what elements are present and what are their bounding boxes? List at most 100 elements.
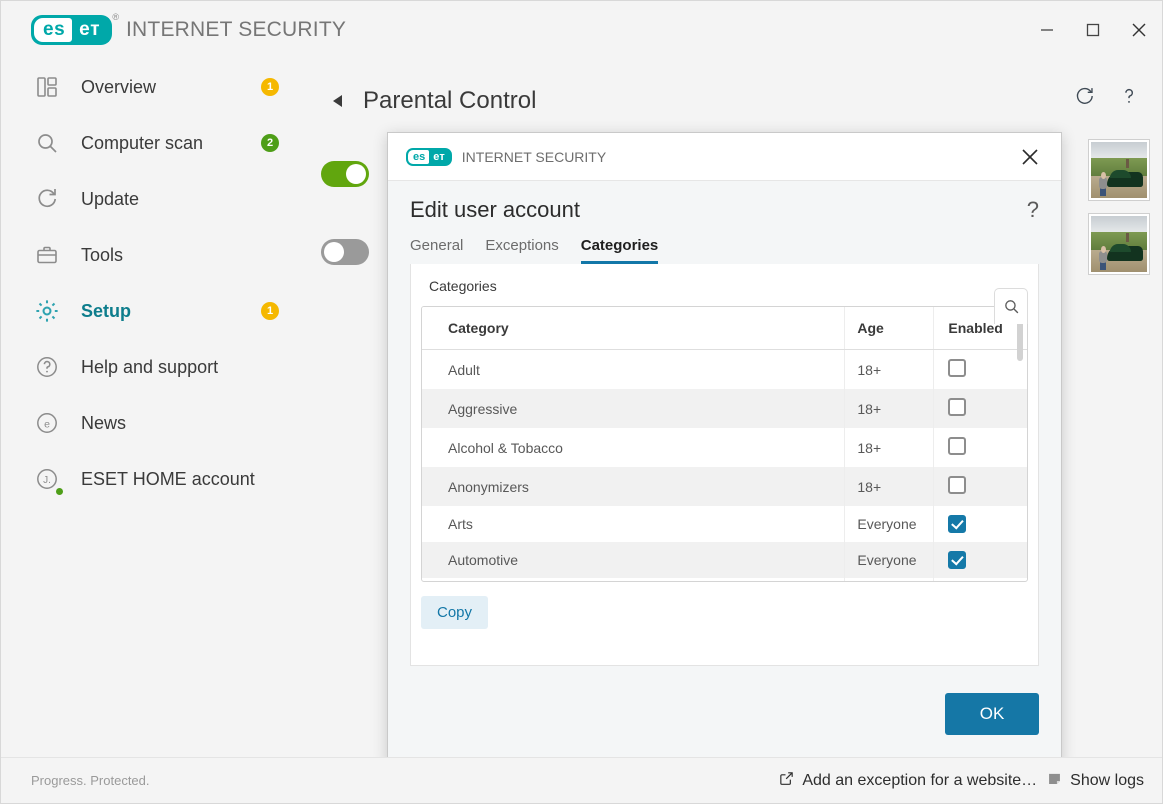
sidebar-item-setup[interactable]: Setup 1 bbox=[1, 283, 313, 339]
table-row[interactable]: Adult 18+ bbox=[422, 349, 1027, 389]
table-row[interactable]: Arts Everyone bbox=[422, 506, 1027, 542]
sidebar-badge: 1 bbox=[261, 78, 279, 96]
table-row[interactable]: Anonymizers 18+ bbox=[422, 467, 1027, 506]
sidebar-item-news[interactable]: e News bbox=[1, 395, 313, 451]
sidebar-badge: 1 bbox=[261, 302, 279, 320]
table-header: Category Age Enabled bbox=[422, 307, 1027, 350]
refresh-icon bbox=[31, 183, 63, 215]
sidebar-item-tools[interactable]: Tools bbox=[1, 227, 313, 283]
eset-logo-es: es bbox=[408, 149, 430, 164]
cell-age: Everyone bbox=[844, 578, 934, 581]
sidebar-item-eset-home-account[interactable]: J. ESET HOME account bbox=[1, 451, 313, 507]
table-scrollbar[interactable] bbox=[1017, 315, 1023, 573]
dialog-close-button[interactable] bbox=[1013, 140, 1047, 174]
cell-category: Aggressive bbox=[422, 389, 845, 428]
sidebar-item-update[interactable]: Update bbox=[1, 171, 313, 227]
back-arrow-icon[interactable] bbox=[325, 88, 351, 114]
column-header-age[interactable]: Age bbox=[844, 307, 934, 350]
sidebar-item-label: Tools bbox=[81, 244, 124, 265]
dialog-footer: OK bbox=[388, 666, 1061, 762]
cell-category: Adult bbox=[448, 361, 480, 378]
close-button[interactable] bbox=[1116, 7, 1162, 53]
maximize-button[interactable] bbox=[1070, 7, 1116, 53]
tab-exceptions[interactable]: Exceptions bbox=[485, 237, 558, 264]
ok-button[interactable]: OK bbox=[945, 693, 1039, 735]
status-bar: Progress. Protected. Add an exception fo… bbox=[1, 757, 1162, 803]
cell-age: 18+ bbox=[844, 467, 934, 506]
page-title: Parental Control bbox=[363, 87, 537, 114]
eset-logo-es: es bbox=[34, 18, 73, 42]
cell-enabled bbox=[933, 506, 1027, 542]
cell-category: Anonymizers bbox=[422, 467, 845, 506]
status-text: Progress. Protected. bbox=[31, 773, 150, 788]
cell-enabled bbox=[933, 428, 1027, 467]
dialog-product-name: INTERNET SECURITY bbox=[461, 148, 607, 165]
enabled-checkbox[interactable] bbox=[948, 359, 967, 377]
dialog-tabs: General Exceptions Categories bbox=[388, 223, 1061, 264]
avatar-icon: J. bbox=[31, 463, 64, 496]
table-row[interactable]: Alcohol & Tobacco 18+ bbox=[422, 428, 1027, 467]
copy-row: Copy bbox=[411, 582, 1038, 629]
dialog-body: Categories Category Age Enabled Adult 18… bbox=[410, 264, 1039, 666]
tab-general[interactable]: General bbox=[410, 237, 463, 264]
table-body: Adult 18+ Aggressive 18+ Alcohol & Tobac… bbox=[422, 349, 1027, 581]
sidebar-item-help-and-support[interactable]: Help and support bbox=[1, 339, 313, 395]
feature-toggles bbox=[321, 161, 369, 265]
thumbnail-image[interactable] bbox=[1088, 139, 1150, 201]
enabled-checkbox[interactable] bbox=[948, 398, 967, 416]
registered-mark: ® bbox=[112, 12, 120, 22]
thumbnail-graphic bbox=[1091, 142, 1147, 198]
sidebar-item-label: Help and support bbox=[81, 356, 219, 377]
eset-logo-et: eт bbox=[429, 149, 450, 164]
edit-user-account-dialog: es eт ® INTERNET SECURITY Edit user acco… bbox=[387, 132, 1062, 763]
dialog-heading-row: Edit user account ? bbox=[388, 181, 1061, 223]
online-status-dot bbox=[55, 487, 64, 496]
external-link-icon bbox=[779, 771, 794, 791]
thumbnail-image[interactable] bbox=[1088, 213, 1150, 275]
tab-categories[interactable]: Categories bbox=[580, 237, 659, 264]
column-header-category[interactable]: Category bbox=[422, 307, 845, 350]
svg-text:J.: J. bbox=[43, 475, 51, 486]
sidebar-item-overview[interactable]: Overview 1 bbox=[1, 59, 313, 115]
refresh-icon[interactable] bbox=[1072, 83, 1098, 109]
search-toggle-button[interactable] bbox=[994, 288, 1028, 324]
sidebar-item-label: News bbox=[81, 412, 127, 433]
table-row[interactable]: Aggressive 18+ bbox=[422, 389, 1027, 428]
enabled-checkbox[interactable] bbox=[948, 476, 967, 494]
add-exception-label: Add an exception for a website… bbox=[802, 771, 1038, 789]
cell-category: Alcohol & Tobacco bbox=[448, 439, 563, 456]
question-icon[interactable] bbox=[1116, 83, 1142, 109]
enabled-checkbox[interactable] bbox=[948, 437, 967, 455]
sidebar-item-label: Update bbox=[81, 188, 140, 209]
eset-main-window: es eт ® INTERNET SECURITY Overview 1 Com… bbox=[0, 0, 1163, 804]
dialog-help-icon[interactable]: ? bbox=[1027, 199, 1039, 221]
copy-button[interactable]: Copy bbox=[421, 596, 489, 629]
cell-age: 18+ bbox=[844, 428, 934, 467]
table-row[interactable]: Automotive Everyone bbox=[422, 542, 1027, 578]
minimize-button[interactable] bbox=[1024, 7, 1070, 53]
sidebar-item-label: Computer scan bbox=[81, 132, 204, 153]
toggle-spacer bbox=[321, 187, 369, 239]
header-actions bbox=[1072, 83, 1142, 109]
cell-enabled bbox=[933, 349, 1027, 389]
sidebar: Overview 1 Computer scan 2 Update Tools … bbox=[1, 59, 313, 757]
add-exception-link[interactable]: Add an exception for a website… bbox=[779, 771, 1037, 791]
eset-logo: es eт ® bbox=[406, 147, 452, 166]
table-header-row: Category Age Enabled bbox=[422, 307, 1027, 350]
toolbox-icon bbox=[31, 239, 63, 271]
table-row[interactable]: Business & Careers Everyone bbox=[422, 578, 1027, 581]
categories-table-container: Category Age Enabled Adult 18+ Aggressiv… bbox=[421, 306, 1028, 582]
window-controls bbox=[1024, 1, 1162, 59]
secondary-feature-toggle[interactable] bbox=[321, 239, 369, 265]
search-icon bbox=[31, 127, 63, 159]
categories-table: Category Age Enabled Adult 18+ Aggressiv… bbox=[422, 307, 1027, 581]
sidebar-item-computer-scan[interactable]: Computer scan 2 bbox=[1, 115, 313, 171]
enabled-checkbox[interactable] bbox=[948, 551, 967, 569]
cell-category: Arts bbox=[448, 516, 473, 532]
parental-control-toggle[interactable] bbox=[321, 161, 369, 187]
eset-e-icon: e bbox=[31, 407, 63, 439]
thumbnail-graphic bbox=[1091, 216, 1147, 272]
show-logs-link[interactable]: Show logs bbox=[1047, 771, 1144, 791]
cell-age: 18+ bbox=[844, 349, 934, 389]
enabled-checkbox[interactable] bbox=[948, 515, 967, 533]
